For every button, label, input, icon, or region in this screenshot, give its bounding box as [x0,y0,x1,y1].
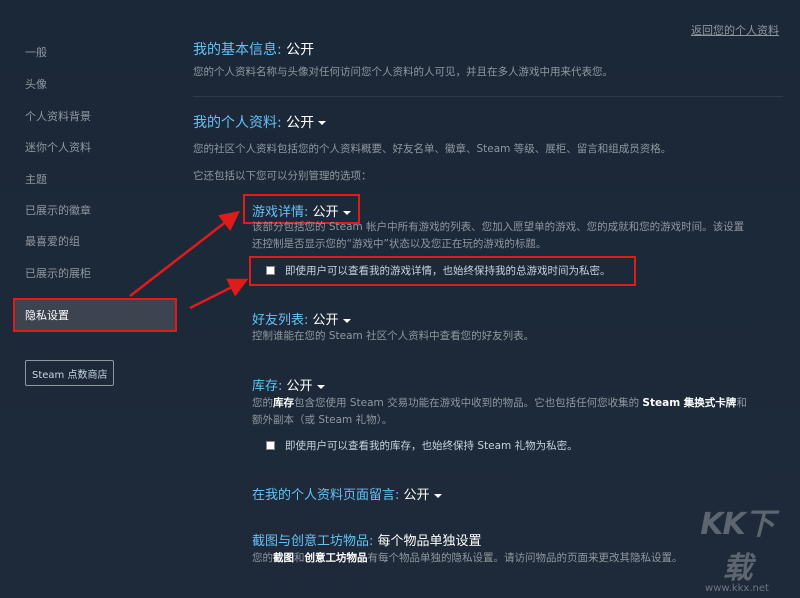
inventory-desc-part: 和 [736,397,747,409]
inventory-gifts-checkbox-label: 即使用户可以查看我的库存，也始终保持 Steam 礼物为私密。 [285,440,578,452]
friends-list-title: 好友列表: [252,313,309,328]
arrow-to-game-details [129,210,240,297]
inventory-gifts-checkbox-row: 即使用户可以查看我的库存，也始终保持 Steam 礼物为私密。 [266,438,578,453]
inventory-desc-cards: Steam 集换式卡牌 [642,397,737,409]
inventory-gifts-private-checkbox[interactable] [266,441,275,450]
inventory-heading: 库存: 公开 [252,375,325,394]
screenshots-desc-workshop: 创意工坊物品 [304,552,368,564]
watermark-logo: KK下载 [700,507,775,586]
screenshots-title: 截图与创意工坊物品: [252,534,374,549]
friends-list-privacy-dropdown[interactable]: 公开 [313,313,351,328]
screenshots-desc-bold: 截图 [273,552,294,564]
comments-heading: 在我的个人资料页面留言: 公开 [252,484,442,503]
inventory-desc-line2: 额外副本（或 Steam 礼物）。 [252,414,393,426]
friends-list-desc: 控制谁能在您的 Steam 社区个人资料中查看您的好友列表。 [252,330,535,342]
friends-list-value: 公开 [312,313,339,328]
privacy-settings-panel: 我的基本信息: 公开 您的个人资料名称与头像对任何访问您个人资料的人可见，并且在… [0,0,800,598]
inventory-value: 公开 [286,379,313,394]
watermark: KK下载 www.kkx.net [692,499,782,594]
comments-privacy-dropdown[interactable]: 公开 [404,488,442,503]
inventory-desc-bold: 库存 [273,397,294,409]
arrow-to-checkbox [189,278,249,310]
comments-title: 在我的个人资料页面留言: [252,488,400,503]
inventory-desc-part: 包含您使用 Steam 交易功能在游戏中收到的物品。它也包括任何您收集的 [294,397,643,409]
comments-value: 公开 [403,488,430,503]
friends-list-heading: 好友列表: 公开 [252,309,351,328]
screenshots-desc-part: 您的 [252,552,273,564]
chevron-down-icon [433,493,442,498]
inventory-title: 库存: [252,379,283,394]
inventory-desc-line1: 您的库存包含您使用 Steam 交易功能在游戏中收到的物品。它也包括任何您收集的… [252,395,792,412]
screenshots-heading: 截图与创意工坊物品: 每个物品单独设置 [252,530,482,549]
annotation-arrows [129,210,249,310]
watermark-url: www.kkx.net [705,583,769,594]
inventory-desc-part: 您的 [252,397,273,409]
screenshots-value: 每个物品单独设置 [377,534,482,549]
chevron-down-icon [342,318,351,323]
screenshots-desc-part: 有每个物品单独的隐私设置。请访问物品的页面来更改其隐私设置。 [367,552,683,564]
chevron-down-icon [316,384,325,389]
inventory-privacy-dropdown[interactable]: 公开 [287,379,325,394]
screenshots-desc-part: 和 [294,552,305,564]
